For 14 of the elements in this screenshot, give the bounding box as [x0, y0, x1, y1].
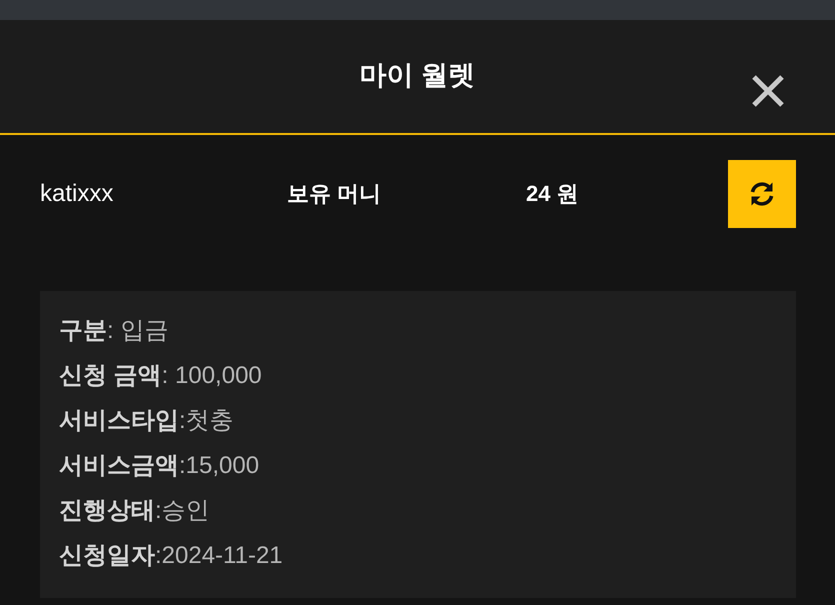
detail-line: 구분: 입금 — [59, 316, 168, 346]
window-title: 마이 월렛 — [360, 59, 476, 92]
username: katixxx — [40, 179, 114, 209]
close-icon — [751, 74, 785, 108]
refresh-icon — [748, 180, 776, 208]
close-button[interactable] — [750, 73, 786, 109]
detail-line: 서비스금액:15,000 — [59, 451, 260, 481]
balance-label: 보유 머니 — [287, 180, 382, 208]
balance-value: 24 원 — [526, 180, 579, 208]
detail-line: 서비스타입:첫충 — [59, 406, 234, 436]
detail-line: 진행상태:승인 — [59, 496, 210, 526]
refresh-button[interactable] — [728, 160, 796, 228]
detail-line: 신청일자:2024-11-21 — [59, 541, 283, 571]
detail-line: 신청 금액: 100,000 — [59, 361, 262, 391]
